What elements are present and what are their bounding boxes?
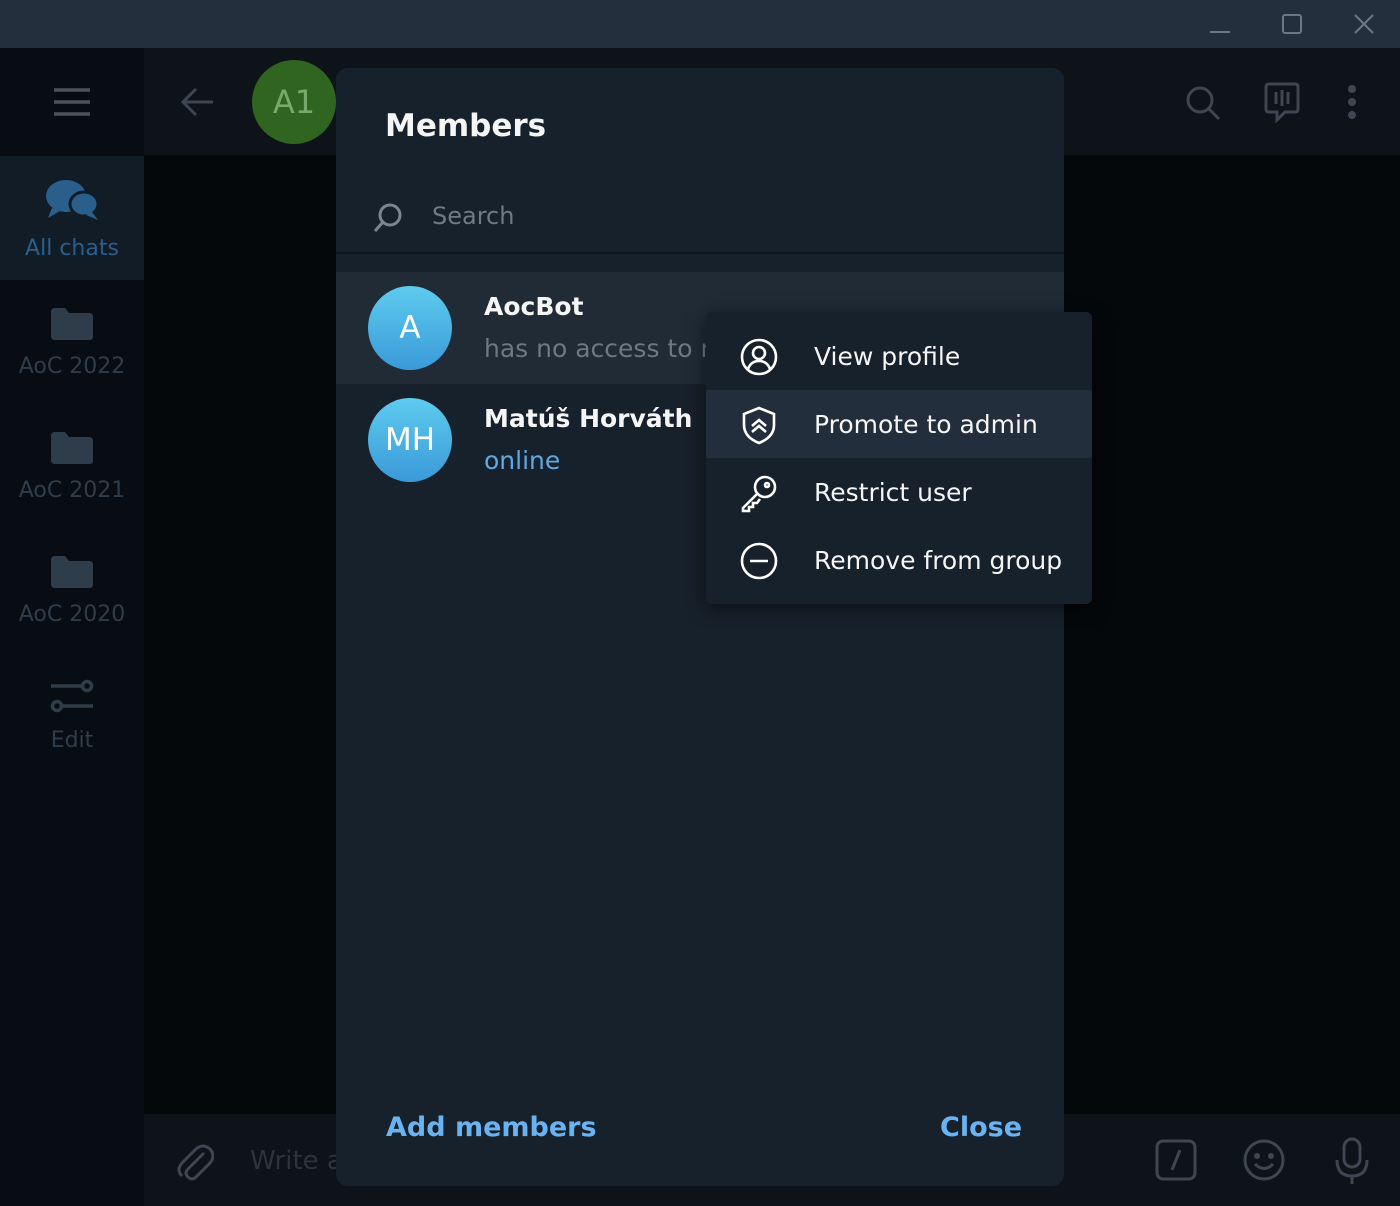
- folder-label: All chats: [25, 235, 119, 261]
- close-icon: [1354, 14, 1374, 34]
- folder-label: AoC 2020: [18, 601, 126, 627]
- search-input[interactable]: [432, 192, 1032, 240]
- paperclip-icon: [177, 1144, 214, 1181]
- minimize-icon: [1210, 31, 1230, 33]
- member-name: Matúš Horváth: [484, 404, 693, 433]
- folder-icon: [51, 307, 93, 340]
- bot-commands-button[interactable]: [1152, 1136, 1200, 1184]
- menu-item-promote-to-admin[interactable]: Promote to admin: [706, 390, 1092, 458]
- smile-icon: [1243, 1139, 1285, 1181]
- folder-icon: [51, 555, 93, 588]
- back-button[interactable]: [172, 78, 224, 126]
- attach-button[interactable]: [170, 1136, 218, 1186]
- chats-icon: [46, 179, 100, 220]
- arrow-left-icon: [180, 87, 213, 117]
- more-button[interactable]: [1336, 78, 1368, 126]
- avatar: A: [368, 286, 452, 370]
- main-menu-button[interactable]: [0, 48, 144, 156]
- dialog-title: Members: [385, 108, 547, 144]
- shield-icon: [738, 404, 780, 446]
- sliders-icon: [50, 679, 94, 712]
- user-circle-icon: [738, 336, 780, 378]
- member-status: online: [484, 446, 561, 475]
- maximize-button[interactable]: [1256, 0, 1328, 48]
- close-window-button[interactable]: [1328, 0, 1400, 48]
- folders-sidebar: All chats AoC 2022 AoC 2021 AoC 2020 Edi…: [0, 48, 144, 1206]
- folder-label: AoC 2021: [18, 477, 126, 503]
- menu-item-label: View profile: [814, 341, 961, 371]
- voice-chat-icon: [1264, 82, 1300, 123]
- folder-aoc-2022[interactable]: AoC 2022: [0, 280, 144, 404]
- maximize-icon: [1282, 14, 1302, 34]
- member-context-menu: View profile Promote to admin Restrict u…: [706, 312, 1092, 604]
- folder-all-chats[interactable]: All chats: [0, 156, 144, 280]
- chat-avatar[interactable]: A1: [252, 60, 336, 144]
- hamburger-icon: [54, 88, 90, 116]
- folder-icon: [51, 431, 93, 464]
- menu-item-remove-from-group[interactable]: Remove from group: [706, 526, 1092, 594]
- folder-edit[interactable]: Edit: [0, 652, 144, 776]
- folder-aoc-2021[interactable]: AoC 2021: [0, 404, 144, 528]
- microphone-icon: [1335, 1137, 1369, 1184]
- emoji-button[interactable]: [1240, 1136, 1288, 1184]
- search-icon: [372, 202, 404, 238]
- member-status: has no access to m: [484, 334, 706, 363]
- menu-item-label: Promote to admin: [814, 409, 1038, 439]
- add-members-button[interactable]: Add members: [386, 1112, 597, 1143]
- members-dialog: Members A AocBot has no access to m MH M…: [336, 68, 1064, 1186]
- folder-label: Edit: [50, 727, 94, 753]
- key-icon: [738, 472, 780, 514]
- members-search: [336, 178, 1064, 254]
- avatar: MH: [368, 398, 452, 482]
- more-vertical-icon: [1348, 85, 1356, 119]
- folder-label: AoC 2022: [18, 353, 126, 379]
- menu-item-restrict-user[interactable]: Restrict user: [706, 458, 1092, 526]
- search-icon: [1186, 86, 1221, 121]
- window-titlebar: [0, 0, 1400, 48]
- menu-item-view-profile[interactable]: View profile: [706, 322, 1092, 390]
- voice-message-button[interactable]: [1328, 1134, 1376, 1188]
- minimize-button[interactable]: [1184, 0, 1256, 48]
- menu-item-label: Restrict user: [814, 477, 972, 507]
- video-chat-button[interactable]: [1256, 76, 1308, 128]
- minus-circle-icon: [738, 540, 780, 582]
- slash-command-icon: [1155, 1139, 1197, 1181]
- search-chat-button[interactable]: [1178, 78, 1228, 128]
- message-input[interactable]: Write a: [250, 1146, 343, 1176]
- close-button[interactable]: Close: [940, 1112, 1022, 1143]
- member-name: AocBot: [484, 292, 584, 321]
- folder-aoc-2020[interactable]: AoC 2020: [0, 528, 144, 652]
- menu-item-label: Remove from group: [814, 545, 1063, 575]
